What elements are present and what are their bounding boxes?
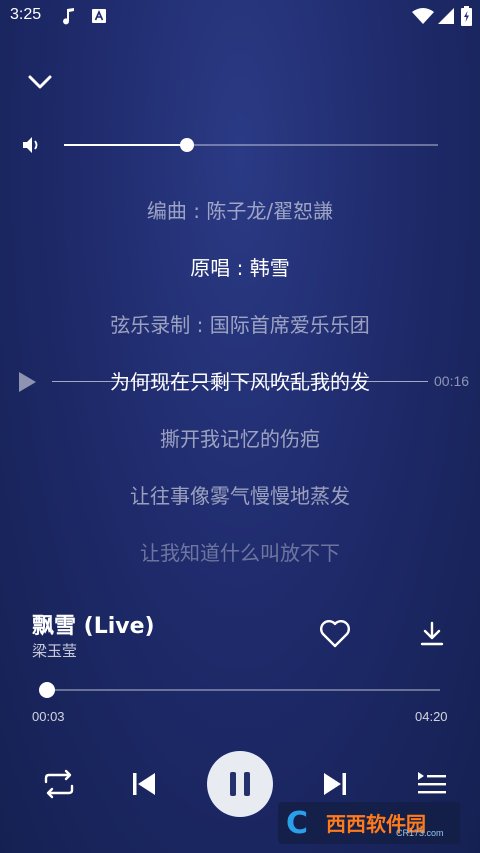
song-artist[interactable]: 梁玉莹 — [32, 640, 77, 661]
status-bar: 3:25 — [0, 0, 480, 32]
total-duration: 04:20 — [415, 709, 448, 724]
pause-icon-bar — [244, 772, 250, 796]
watermark-mark: C — [286, 806, 309, 841]
chevron-down-icon[interactable] — [24, 66, 56, 98]
song-title: 飘雪 (Live) — [32, 614, 155, 639]
skip-previous-icon[interactable] — [130, 770, 158, 798]
lyric-seek-line — [52, 381, 428, 382]
music-note-icon — [63, 8, 74, 25]
lyric-line: 撕开我记忆的伤疤 — [160, 427, 320, 451]
progress-thumb[interactable] — [38, 682, 55, 698]
lyric-line: 让往事像雾气慢慢地蒸发 — [130, 484, 350, 508]
lyric-line: 让我知道什么叫放不下 — [140, 541, 340, 565]
skip-next-icon[interactable] — [321, 770, 349, 798]
lyric-line-active: 原唱 : 韩雪 — [190, 256, 290, 280]
pause-button[interactable] — [207, 751, 273, 817]
download-icon[interactable] — [416, 618, 448, 650]
triangle-signal-icon — [438, 8, 454, 24]
a-box-icon — [92, 9, 106, 23]
volume-icon[interactable] — [20, 134, 42, 156]
heart-outline-icon[interactable] — [318, 618, 352, 650]
volume-slider[interactable] — [64, 138, 438, 152]
lyric-line: 弦乐录制 : 国际首席爱乐乐团 — [110, 313, 370, 337]
repeat-icon[interactable] — [40, 768, 78, 800]
watermark-url: CR173.com — [396, 828, 444, 838]
playlist-icon[interactable] — [416, 770, 448, 798]
lyric-line-seek: 为何现在只剩下风吹乱我的发 — [110, 370, 370, 394]
pause-icon — [230, 772, 236, 796]
progress-slider[interactable] — [38, 682, 440, 698]
volume-thumb[interactable] — [180, 138, 195, 152]
volume-fill — [64, 144, 188, 146]
lyric-line: 编曲 : 陈子龙/翟恕謙 — [146, 199, 334, 223]
elapsed-time: 00:03 — [32, 709, 65, 724]
seek-time: 00:16 — [434, 373, 470, 389]
status-time: 3:25 — [10, 6, 42, 23]
battery-charging-icon — [461, 6, 472, 26]
wifi-icon — [412, 8, 434, 24]
watermark-logo: C 西西软件园 CR173.com — [278, 802, 460, 844]
play-icon[interactable] — [16, 370, 38, 394]
